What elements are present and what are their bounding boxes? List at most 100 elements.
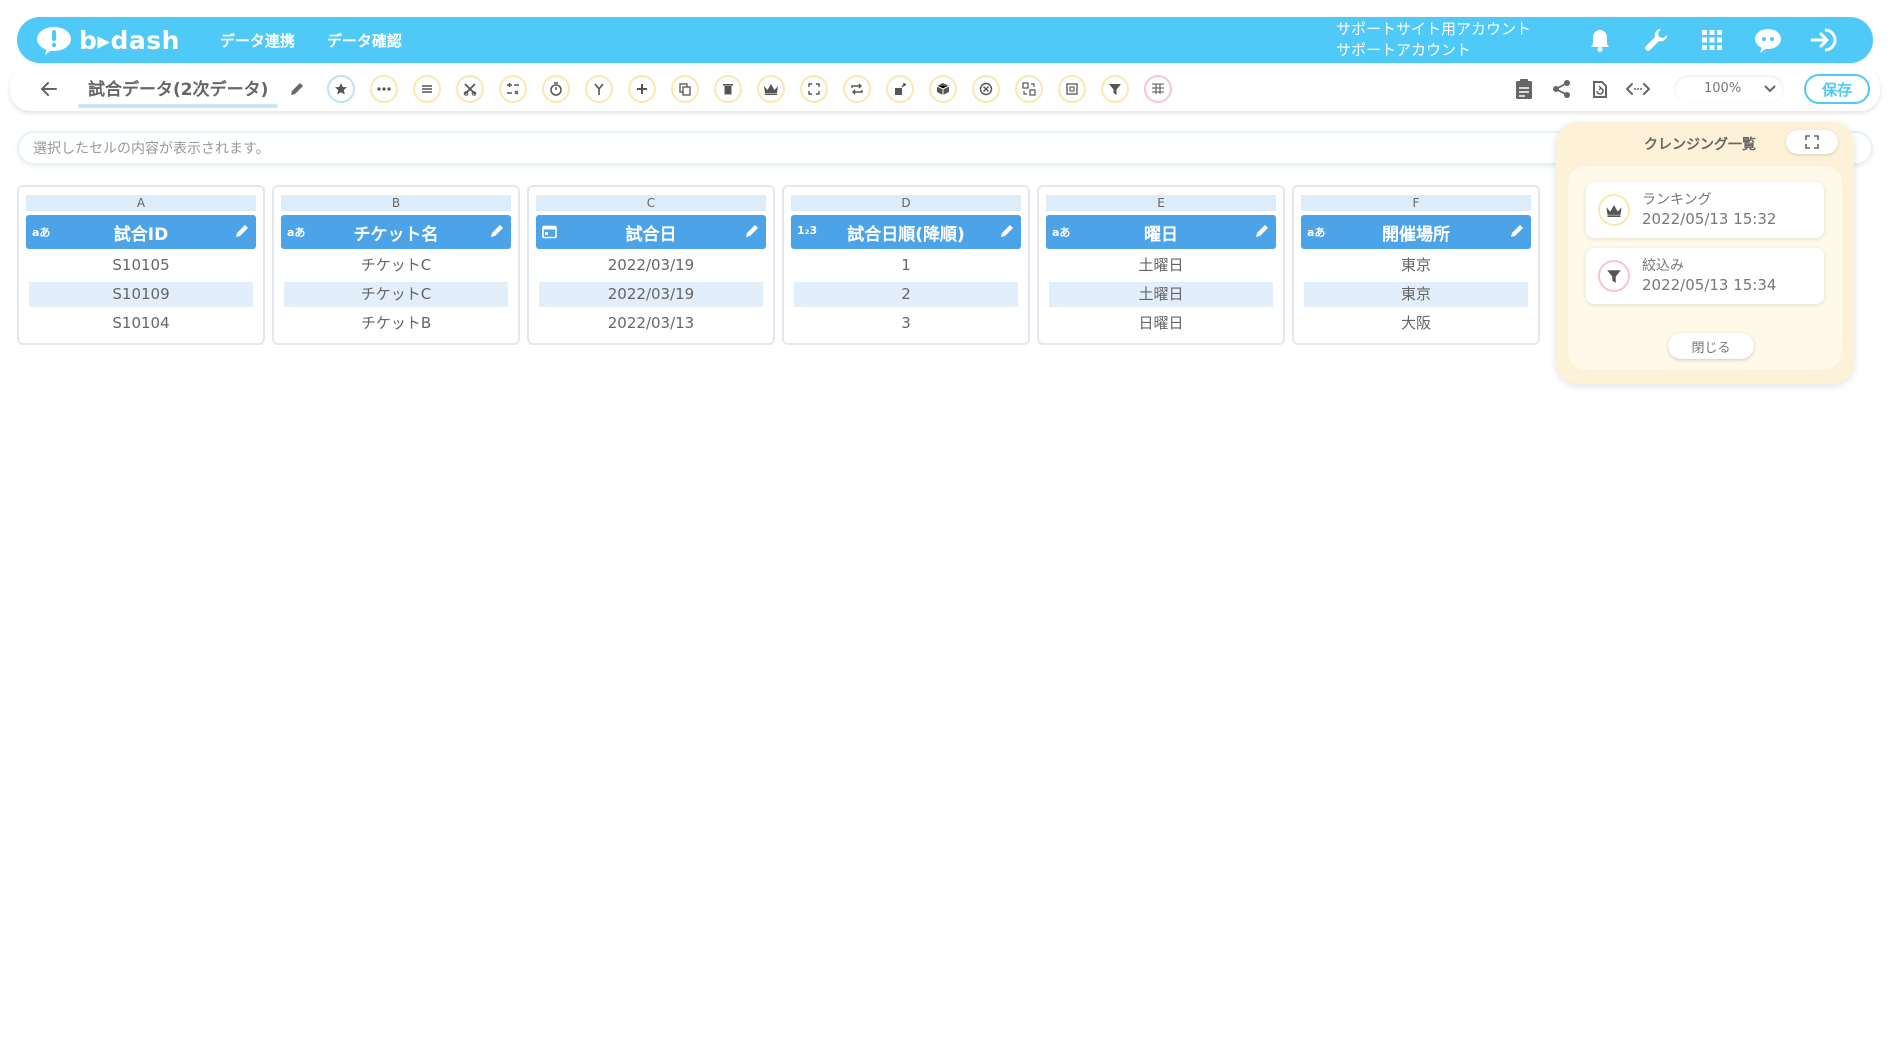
table-cell[interactable]: 2 [794,282,1018,307]
table-cell[interactable]: 土曜日 [1049,253,1273,278]
table-cell[interactable]: チケットC [284,282,508,307]
text-type-icon: aあ [32,226,51,239]
transform-icon[interactable] [499,75,528,103]
column-header[interactable]: 試合日 [536,215,766,249]
share-icon[interactable] [1548,75,1576,103]
column-header[interactable]: aあ 試合ID [26,215,256,249]
crown-icon[interactable] [757,75,786,103]
table-cell[interactable]: 2022/03/19 [539,282,763,307]
history-name: ランキング [1642,192,1712,208]
repeat-icon[interactable] [843,75,872,103]
save-button[interactable]: 保存 [1804,74,1870,104]
column-name: 曜日 [1144,224,1178,245]
history-time: 2022/05/13 15:34 [1642,276,1777,294]
brand-logo[interactable]: b▸dash [35,24,180,56]
delete-icon[interactable] [714,75,743,103]
grid-apps-icon[interactable] [1697,25,1727,55]
logo-cloud-icon [35,24,73,56]
brand-name: b▸dash [79,25,180,55]
nav-data-link[interactable]: データ連携 [220,30,295,51]
wrench-icon[interactable] [1641,25,1671,55]
replace-icon[interactable] [1015,75,1044,103]
text-type-icon: aあ [287,226,306,239]
data-title[interactable]: 試合データ(2次データ) [78,75,279,108]
table-cell[interactable]: S10104 [29,311,253,336]
back-arrow-icon[interactable] [36,76,62,102]
table-cell[interactable]: 3 [794,311,1018,336]
fullscreen-icon [1805,135,1819,149]
column-header[interactable]: 1₂3 試合日順(降順) [791,215,1021,249]
copy-icon[interactable] [671,75,700,103]
column-name: 試合日順(降順) [847,224,965,245]
column-letter[interactable]: D [791,195,1021,211]
table-cell[interactable]: チケットC [284,253,508,278]
column-header[interactable]: aあ チケット名 [281,215,511,249]
column-letter[interactable]: E [1046,195,1276,211]
column-name: 開催場所 [1382,224,1450,245]
table-cell[interactable]: S10105 [29,253,253,278]
star-icon[interactable] [327,75,356,103]
timer-icon[interactable] [542,75,571,103]
table-cell[interactable]: 大阪 [1304,311,1528,336]
title-underline [78,103,279,108]
edit-pencil-icon[interactable] [1509,223,1525,244]
edit-pencil-icon[interactable] [1254,223,1270,244]
column-letter[interactable]: A [26,195,256,211]
more-icon[interactable] [370,75,399,103]
data-grid: A aあ 試合ID S10105 S10109 S10104 B aあ チケット… [17,185,1547,345]
edit-pencil-icon[interactable] [489,223,505,244]
package-icon[interactable] [929,75,958,103]
column-letter[interactable]: C [536,195,766,211]
close-circle-icon[interactable] [972,75,1001,103]
table-cell[interactable]: 土曜日 [1049,282,1273,307]
chat-bot-icon[interactable] [1753,25,1783,55]
zoom-select[interactable]: 100% [1674,75,1784,103]
column-name: 試合ID [113,224,169,245]
crown-icon [1598,194,1630,226]
merge-icon[interactable] [585,75,614,103]
table-cell[interactable]: 2022/03/19 [539,253,763,278]
table-cell[interactable]: チケットB [284,311,508,336]
table-cell[interactable]: 1 [794,253,1018,278]
frame-icon[interactable] [1058,75,1087,103]
fullscreen-button[interactable] [1786,130,1838,154]
table-cell[interactable]: 日曜日 [1049,311,1273,336]
pivot-icon[interactable] [1144,75,1173,103]
lock-icon[interactable] [886,75,915,103]
account-info[interactable]: サポートサイト用アカウント サポートアカウント [1336,19,1531,61]
expand-icon[interactable] [800,75,829,103]
account-user-name: サポートアカウント [1335,41,1471,59]
table-cell[interactable]: 2022/03/13 [539,311,763,336]
scissors-icon[interactable] [456,75,485,103]
column-letter[interactable]: F [1301,195,1531,211]
add-icon[interactable] [628,75,657,103]
history-item-filter[interactable]: 絞込み 2022/05/13 15:34 [1586,248,1824,304]
chevron-down-icon [1764,85,1776,93]
edit-pencil-icon[interactable] [234,223,250,244]
refresh-icon[interactable] [1586,75,1614,103]
column-letter[interactable]: B [281,195,511,211]
column-b: B aあ チケット名 チケットC チケットC チケットB [272,185,520,345]
code-icon[interactable] [1624,75,1652,103]
nav-data-check[interactable]: データ確認 [327,30,402,51]
bell-icon[interactable] [1585,25,1615,55]
column-header[interactable]: aあ 曜日 [1046,215,1276,249]
table-cell[interactable]: 東京 [1304,253,1528,278]
edit-pencil-icon[interactable] [999,223,1015,244]
cleansing-panel: クレンジング一覧 ランキング 2022/05/13 15:32 絞込み 2022… [1556,122,1854,384]
column-name: 試合日 [625,224,677,245]
list-icon[interactable] [413,75,442,103]
history-item-ranking[interactable]: ランキング 2022/05/13 15:32 [1586,182,1824,238]
table-cell[interactable]: S10109 [29,282,253,307]
edit-pencil-icon[interactable] [744,223,760,244]
history-name: 絞込み [1642,258,1684,274]
pencil-icon[interactable] [288,80,306,98]
column-header[interactable]: aあ 開催場所 [1301,215,1531,249]
filter-icon[interactable] [1101,75,1130,103]
data-title-text: 試合データ(2次データ) [88,79,269,100]
logout-icon[interactable] [1809,25,1839,55]
table-cell[interactable]: 東京 [1304,282,1528,307]
close-panel-button[interactable]: 閉じる [1668,333,1754,359]
clipboard-icon[interactable] [1510,75,1538,103]
filter-icon [1598,260,1630,292]
